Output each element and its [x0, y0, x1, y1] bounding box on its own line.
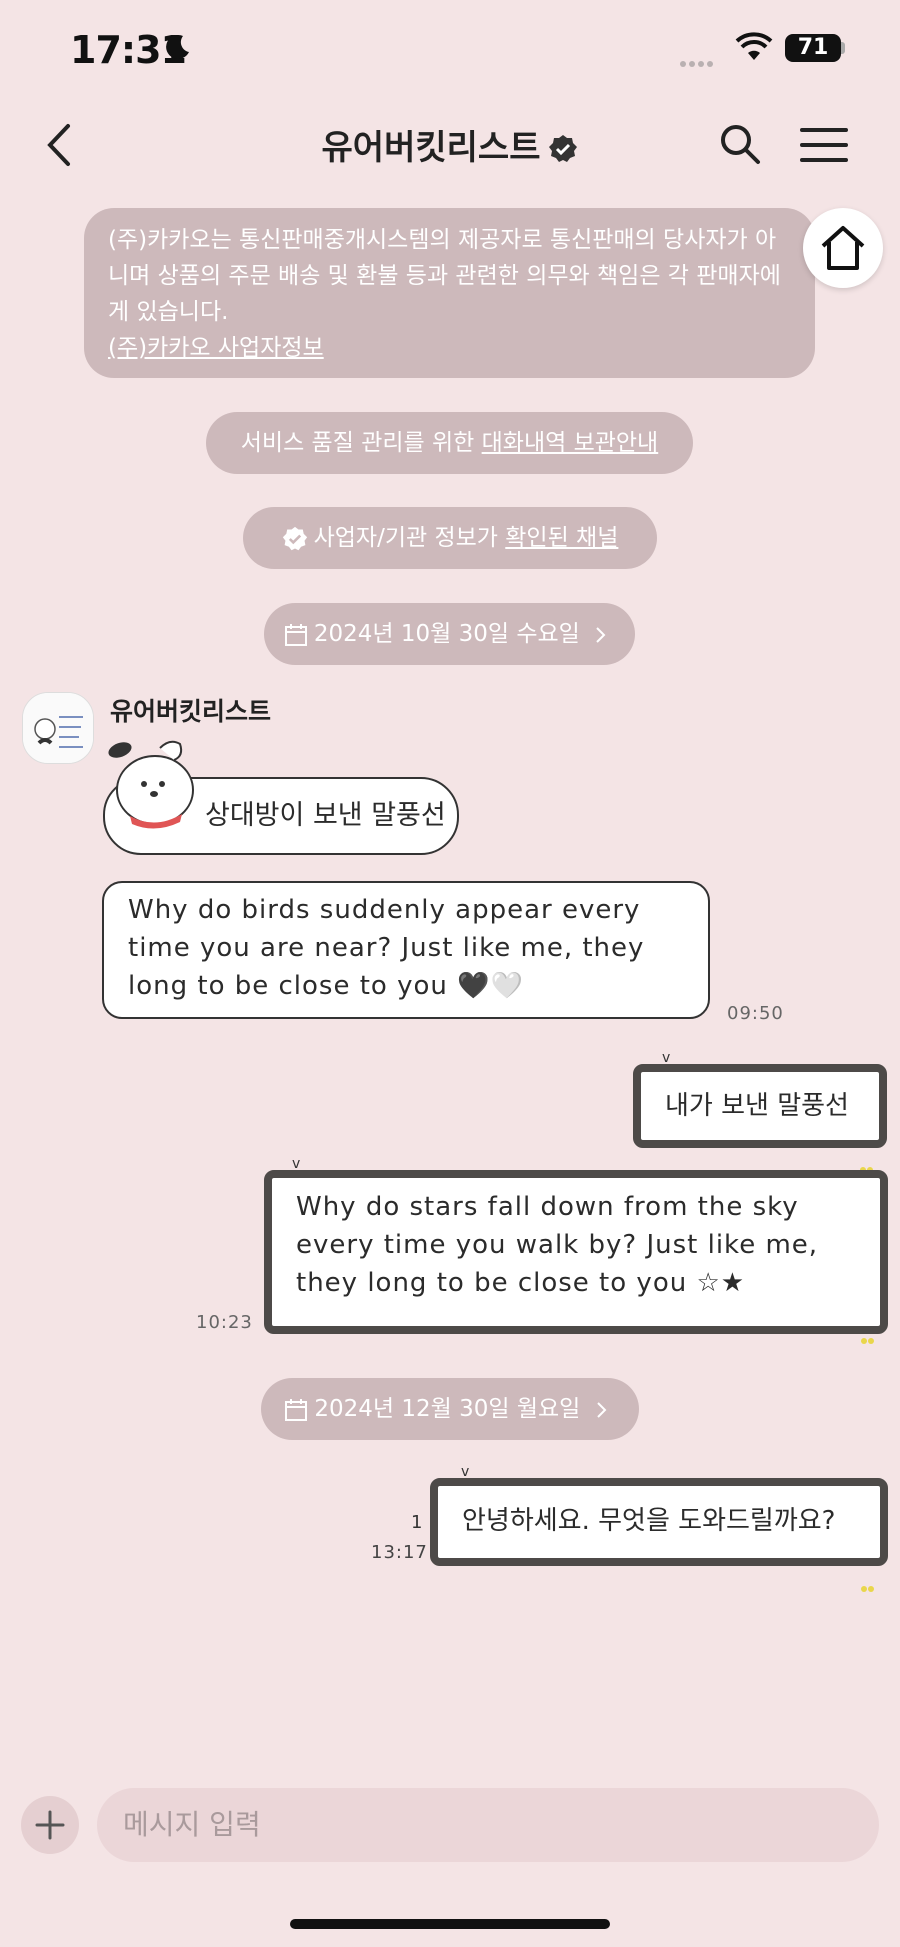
home-indicator: [290, 1919, 610, 1929]
message-bubble-out[interactable]: Why do stars fall down from the sky ever…: [264, 1170, 888, 1344]
chat-title: 유어버킷리스트: [0, 120, 900, 169]
date-text: 2024년 10월 30일 수요일: [313, 621, 580, 647]
battery-tip: [841, 42, 845, 54]
puppy-sticker-icon: [108, 740, 194, 829]
moon-icon: [166, 34, 189, 59]
verified-notice-pill: 사업자/기관 정보가 확인된 채널: [243, 507, 657, 569]
bubble-dots: [860, 1549, 876, 1592]
chat-retention-link[interactable]: 대화내역 보관안내: [482, 430, 659, 456]
notice-text: (주)카카오는 통신판매중개시스템의 제공자로 통신판매의 당사자가 아니며 상…: [108, 227, 781, 325]
verified-notice-text: 사업자/기관 정보가: [313, 525, 506, 551]
date-divider[interactable]: 2024년 10월 30일 수요일: [264, 603, 635, 665]
message-bubble-out[interactable]: 안녕하세요. 무엇을 도와드릴까요?: [430, 1478, 888, 1592]
chevron-right-icon: [596, 1401, 607, 1418]
signal-icon: [680, 52, 716, 71]
message-text: 내가 보낸 말풍선: [665, 1091, 849, 1121]
avatar[interactable]: [22, 692, 94, 764]
unread-count: 1: [411, 1512, 423, 1533]
menu-icon[interactable]: [800, 126, 848, 164]
message-input[interactable]: 메시지 입력: [97, 1788, 879, 1862]
message-text: Why do stars fall down from the sky ever…: [296, 1192, 819, 1298]
sender-name: 유어버킷리스트: [110, 697, 272, 726]
message-time: 10:23: [196, 1312, 253, 1333]
service-notice-pill: 서비스 품질 관리를 위한 대화내역 보관안내: [206, 412, 693, 474]
chevron-right-icon: [596, 626, 606, 643]
bubble-dots: [859, 1131, 875, 1173]
business-info-link[interactable]: (주)카카오 사업자정보: [108, 330, 791, 366]
calendar-icon: [285, 1398, 308, 1421]
wifi-icon: [735, 32, 773, 60]
plus-icon: [35, 1810, 65, 1840]
attach-button[interactable]: [21, 1796, 79, 1854]
verified-icon: [549, 135, 578, 162]
service-notice-text: 서비스 품질 관리를 위한: [240, 430, 482, 456]
verified-channel-link[interactable]: 확인된 채널: [505, 525, 618, 551]
chat-title-text: 유어버킷리스트: [321, 128, 541, 168]
home-icon: [821, 226, 865, 270]
battery-icon: 71: [785, 34, 841, 62]
bubble-dots: [860, 1317, 876, 1344]
date-divider[interactable]: 2024년 12월 30일 월요일: [261, 1378, 639, 1440]
message-bubble-out[interactable]: 내가 보낸 말풍선: [633, 1064, 887, 1173]
message-text: 안녕하세요. 무엇을 도와드릴까요?: [462, 1506, 836, 1536]
message-time: 09:50: [727, 1003, 784, 1024]
home-button[interactable]: [803, 208, 883, 288]
calendar-icon: [284, 623, 307, 646]
message-time: 13:17: [371, 1542, 428, 1563]
date-text: 2024년 12월 30일 월요일: [314, 1396, 581, 1422]
verified-icon: [282, 526, 307, 550]
message-bubble-in[interactable]: Why do birds suddenly appear every time …: [102, 881, 710, 1019]
notice-box: (주)카카오는 통신판매중개시스템의 제공자로 통신판매의 당사자가 아니며 상…: [84, 208, 815, 378]
avatar-image: [23, 693, 93, 763]
search-icon[interactable]: [718, 122, 762, 166]
